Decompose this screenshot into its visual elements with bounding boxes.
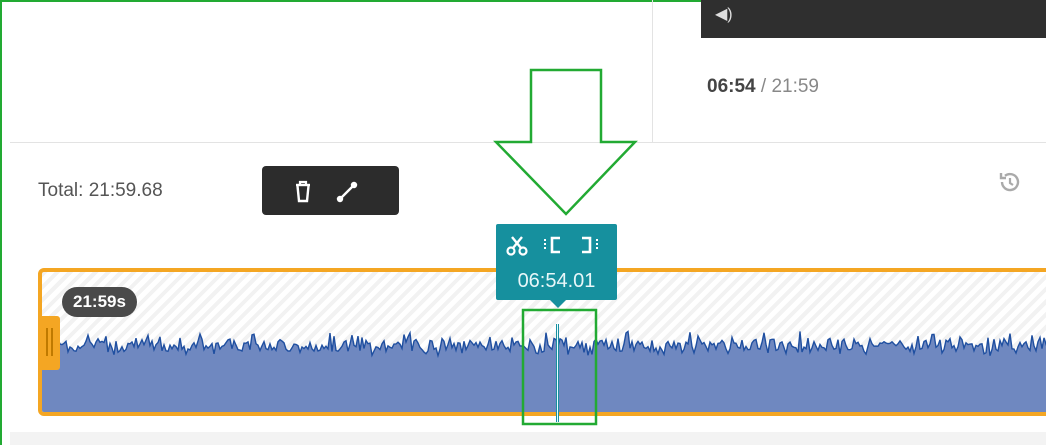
total-length: Total: 21:59.68: [38, 180, 163, 201]
time-separator: /: [760, 76, 767, 97]
annotation-frame-left: [0, 0, 2, 445]
panel-divider: [652, 0, 653, 142]
total-duration: 21:59: [771, 76, 819, 97]
scissors-icon[interactable]: [504, 232, 530, 258]
track-start-handle[interactable]: [40, 316, 60, 370]
set-end-icon[interactable]: [576, 232, 602, 258]
curve-edit-icon[interactable]: [332, 176, 362, 206]
current-time: 06:54: [707, 76, 756, 97]
playback-time: 06:54 / 21:59: [707, 76, 819, 98]
history-icon[interactable]: [996, 168, 1024, 196]
segment-duration-badge: 21:59s: [62, 287, 137, 317]
cut-time: 06:54.01: [517, 270, 596, 292]
trash-icon[interactable]: [288, 176, 318, 206]
cut-tooltip: 06:54.01: [496, 224, 617, 308]
playhead-highlight: [557, 324, 558, 422]
set-start-icon[interactable]: [541, 232, 567, 258]
bottom-strip: [10, 432, 1046, 445]
volume-icon[interactable]: ◀): [715, 4, 733, 24]
video-control-bar: ◀): [701, 0, 1046, 38]
tooltip-pointer: [550, 300, 566, 308]
segment-toolbar: [262, 166, 399, 215]
section-divider: [10, 142, 1046, 143]
